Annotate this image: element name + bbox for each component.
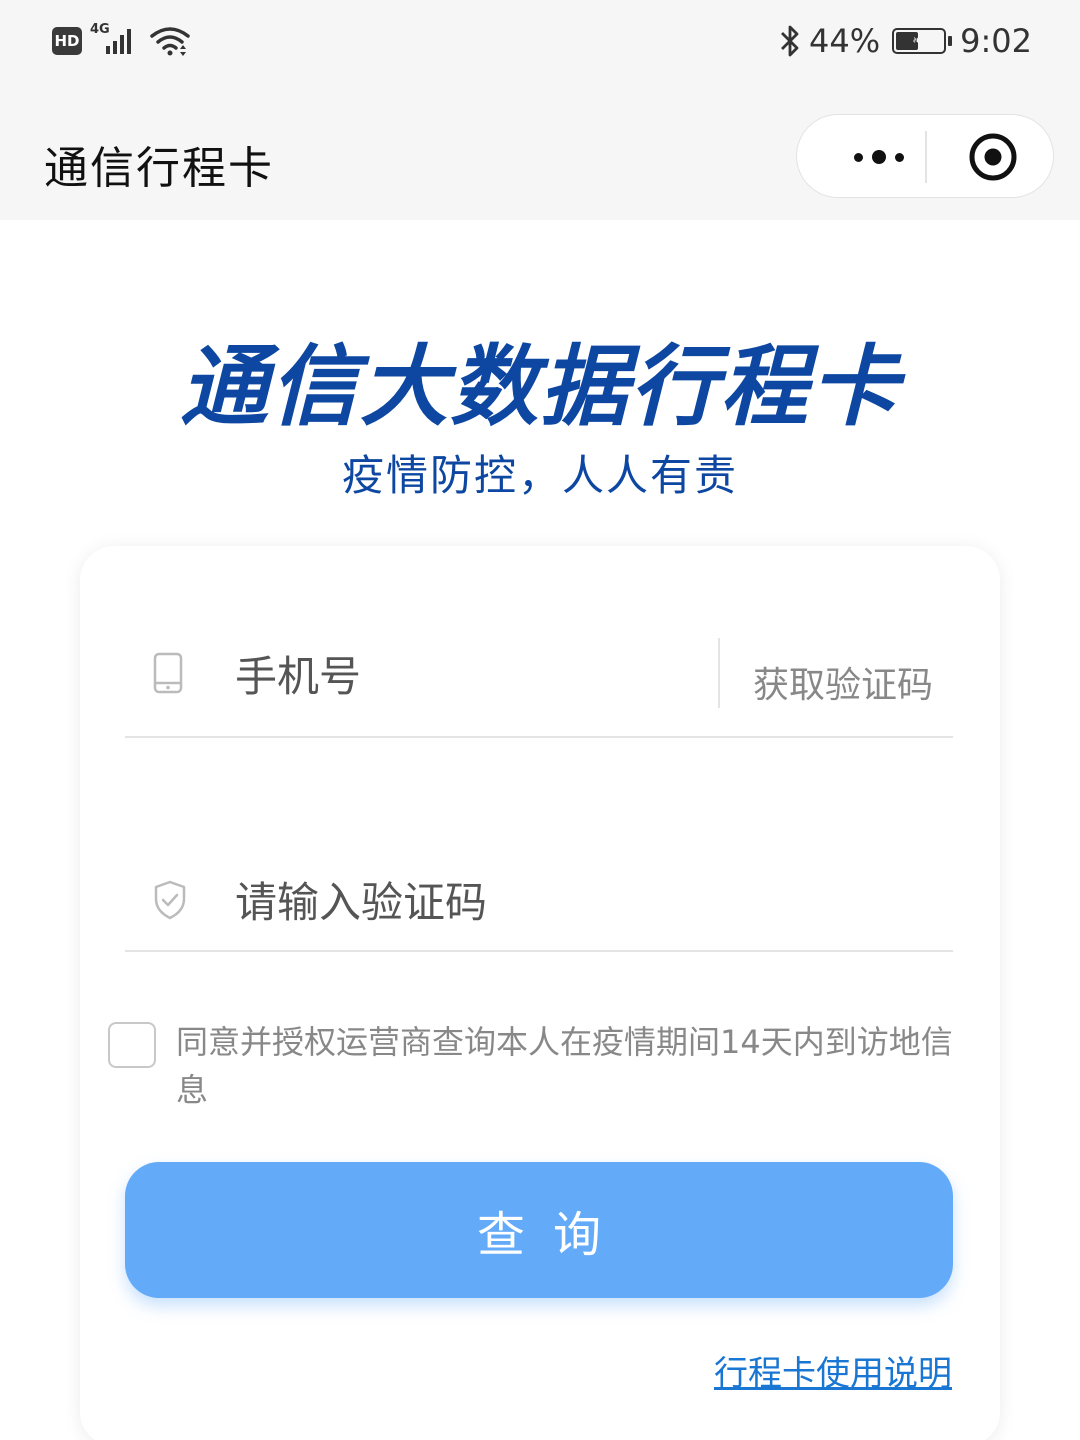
- clock: 9:02: [960, 22, 1032, 60]
- close-target-icon[interactable]: [967, 131, 1019, 183]
- leaf-icon: ❧: [912, 33, 924, 49]
- phone-icon: [153, 652, 183, 694]
- title-bar: 通信行程卡: [0, 88, 1080, 220]
- hero-slogan: 疫情防控，人人有责: [341, 451, 738, 500]
- dot-icon: [854, 152, 863, 162]
- status-bar: HD 4G 44% ❧ 9:02: [0, 0, 1080, 88]
- input-divider: [718, 638, 720, 708]
- wifi-icon: [150, 27, 190, 56]
- agreement-checkbox[interactable]: [108, 1022, 156, 1068]
- page-content: 通信大数据行程卡 疫情防控，人人有责 获取验证码 同意并授权运营商查询本人在疫情…: [0, 220, 1080, 1440]
- capsule-divider: [925, 131, 927, 183]
- bluetooth-icon: [781, 25, 799, 57]
- battery-icon: ❧: [892, 28, 953, 54]
- more-options-button[interactable]: [833, 137, 925, 177]
- status-left: HD 4G: [52, 22, 190, 58]
- hd-badge: HD: [52, 27, 82, 55]
- dot-icon: [895, 152, 904, 162]
- verification-code-input[interactable]: [235, 872, 835, 932]
- code-row: [125, 836, 953, 952]
- hero-title: 通信大数据行程卡: [179, 335, 900, 438]
- battery-percent: 44%: [809, 22, 881, 60]
- get-code-button[interactable]: 获取验证码: [753, 656, 933, 708]
- status-right: 44% ❧ 9:02: [779, 22, 1032, 60]
- query-button[interactable]: 查询: [125, 1162, 953, 1298]
- agreement-text: 同意并授权运营商查询本人在疫情期间14天内到访地信息: [176, 1023, 953, 1109]
- phone-input[interactable]: [235, 646, 685, 706]
- page-title: 通信行程卡: [44, 143, 274, 194]
- phone-row: 获取验证码: [125, 616, 953, 738]
- query-card: 获取验证码 同意并授权运营商查询本人在疫情期间14天内到访地信息 查询 行程卡使…: [80, 546, 1000, 1440]
- usage-instructions-link[interactable]: 行程卡使用说明: [714, 1346, 952, 1395]
- shield-icon: [154, 880, 186, 920]
- dot-icon: [872, 150, 886, 164]
- capsule-menu: [796, 114, 1054, 198]
- signal-icon: 4G: [90, 22, 142, 58]
